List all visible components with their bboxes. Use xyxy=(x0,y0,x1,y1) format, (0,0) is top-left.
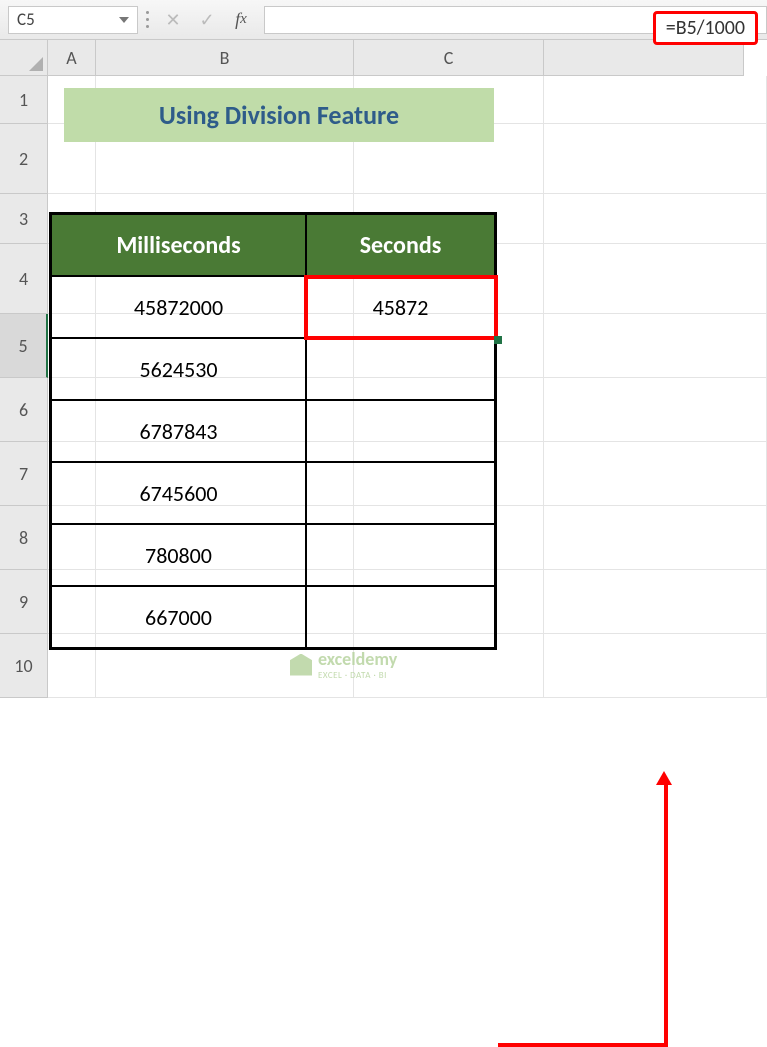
cell-C8[interactable] xyxy=(306,462,495,524)
column-header-C[interactable]: C xyxy=(354,40,544,76)
grid-cell[interactable] xyxy=(544,506,767,570)
row-header-4[interactable]: 4 xyxy=(0,244,48,314)
table-header-milliseconds: Milliseconds xyxy=(51,214,306,276)
separator-dots-icon xyxy=(144,6,150,34)
formula-bar: C5 ✕ ✓ fx =B5/1000 xyxy=(0,0,767,40)
grid-cell[interactable] xyxy=(544,314,767,378)
formula-text: =B5/1000 xyxy=(666,16,745,40)
formula-callout: =B5/1000 xyxy=(653,11,758,45)
title-text: Using Division Feature xyxy=(159,99,399,131)
cell-B8[interactable]: 6745600 xyxy=(51,462,306,524)
name-box[interactable]: C5 xyxy=(8,6,138,34)
cell-B5[interactable]: 45872000 xyxy=(51,276,306,338)
watermark-icon xyxy=(290,654,312,676)
grid-cell[interactable] xyxy=(544,570,767,634)
fill-handle[interactable] xyxy=(494,336,502,344)
row-header-1[interactable]: 1 xyxy=(0,76,48,124)
grid-cell[interactable] xyxy=(544,442,767,506)
fx-icon[interactable]: fx xyxy=(224,6,258,34)
table-header-seconds: Seconds xyxy=(306,214,495,276)
cell-C10[interactable] xyxy=(306,586,495,648)
column-header-A[interactable]: A xyxy=(48,40,96,76)
watermark-brand: exceldemy xyxy=(318,648,397,670)
grid-cell[interactable] xyxy=(544,378,767,442)
row-header-2[interactable]: 2 xyxy=(0,124,48,194)
grid-cell[interactable] xyxy=(544,76,767,124)
column-header-blank[interactable] xyxy=(544,40,744,76)
watermark: exceldemy EXCEL · DATA · BI xyxy=(290,648,397,681)
row-header-8[interactable]: 8 xyxy=(0,506,48,570)
row-header-3[interactable]: 3 xyxy=(0,194,48,244)
cell-B9[interactable]: 780800 xyxy=(51,524,306,586)
cell-B7[interactable]: 6787843 xyxy=(51,400,306,462)
cell-B6[interactable]: 5624530 xyxy=(51,338,306,400)
title-banner: Using Division Feature xyxy=(64,88,494,142)
data-table: Milliseconds Seconds 4587200045872 56245… xyxy=(49,212,497,650)
watermark-tagline: EXCEL · DATA · BI xyxy=(318,670,397,681)
grid-cell[interactable] xyxy=(544,634,767,698)
name-box-value: C5 xyxy=(17,9,35,30)
grid-cell[interactable] xyxy=(544,194,767,244)
select-all-corner[interactable] xyxy=(0,40,48,76)
row-header-10[interactable]: 10 xyxy=(0,634,48,698)
cell-C9[interactable] xyxy=(306,524,495,586)
formula-input[interactable]: =B5/1000 xyxy=(264,6,767,34)
row-headers: 12345678910 xyxy=(0,76,48,698)
grid-cell[interactable] xyxy=(544,244,767,314)
cell-C6[interactable] xyxy=(306,338,495,400)
row-header-6[interactable]: 6 xyxy=(0,378,48,442)
chevron-down-icon[interactable] xyxy=(119,17,129,23)
row-header-9[interactable]: 9 xyxy=(0,570,48,634)
cell-C7[interactable] xyxy=(306,400,495,462)
cancel-icon[interactable]: ✕ xyxy=(156,6,190,34)
row-header-7[interactable]: 7 xyxy=(0,442,48,506)
grid-cell[interactable] xyxy=(544,124,767,194)
cell-B10[interactable]: 667000 xyxy=(51,586,306,648)
check-icon[interactable]: ✓ xyxy=(190,6,224,34)
column-header-B[interactable]: B xyxy=(96,40,354,76)
row-header-5[interactable]: 5 xyxy=(0,314,48,378)
cell-C5[interactable]: 45872 xyxy=(306,276,495,338)
